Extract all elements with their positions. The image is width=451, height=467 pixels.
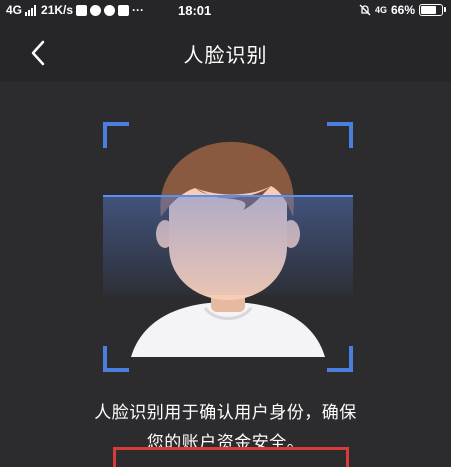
frame-corner-bottom-left (103, 346, 129, 372)
scan-line (103, 195, 353, 197)
more-notifications: ··· (132, 3, 145, 17)
frame-corner-top-left (103, 122, 129, 148)
status-left: 4G 21K/s ··· (6, 3, 144, 17)
highlight-box (113, 447, 349, 467)
battery-percent: 66% (390, 3, 415, 17)
clock: 18:01 (178, 3, 212, 18)
battery-icon (419, 4, 446, 16)
page-title: 人脸识别 (183, 43, 268, 67)
app-notification-icon (90, 4, 102, 16)
message-icon (76, 4, 88, 16)
status-right: 4G 66% (359, 3, 446, 17)
status-bar: 4G 21K/s ··· 18:01 4G 66% (0, 0, 451, 22)
frame-corner-top-right (327, 122, 353, 148)
face-recognition-screen: 4G 21K/s ··· 18:01 4G 66% 人脸识别 人脸识别用于确认用… (0, 0, 451, 467)
mute-bell-icon (359, 4, 371, 16)
network-speed: 21K/s (41, 3, 74, 17)
tip-line-1: 人脸识别用于确认用户身份，确保 (94, 403, 357, 423)
nav-bar: 人脸识别 (0, 22, 451, 82)
scan-glow (103, 195, 353, 295)
frame-corner-bottom-right (327, 346, 353, 372)
face-scan-frame (103, 122, 353, 372)
sim-icon (118, 4, 130, 16)
network-type-right: 4G (374, 5, 387, 15)
signal-icon (25, 4, 37, 16)
fan-icon (104, 4, 116, 16)
network-type: 4G (6, 3, 23, 17)
